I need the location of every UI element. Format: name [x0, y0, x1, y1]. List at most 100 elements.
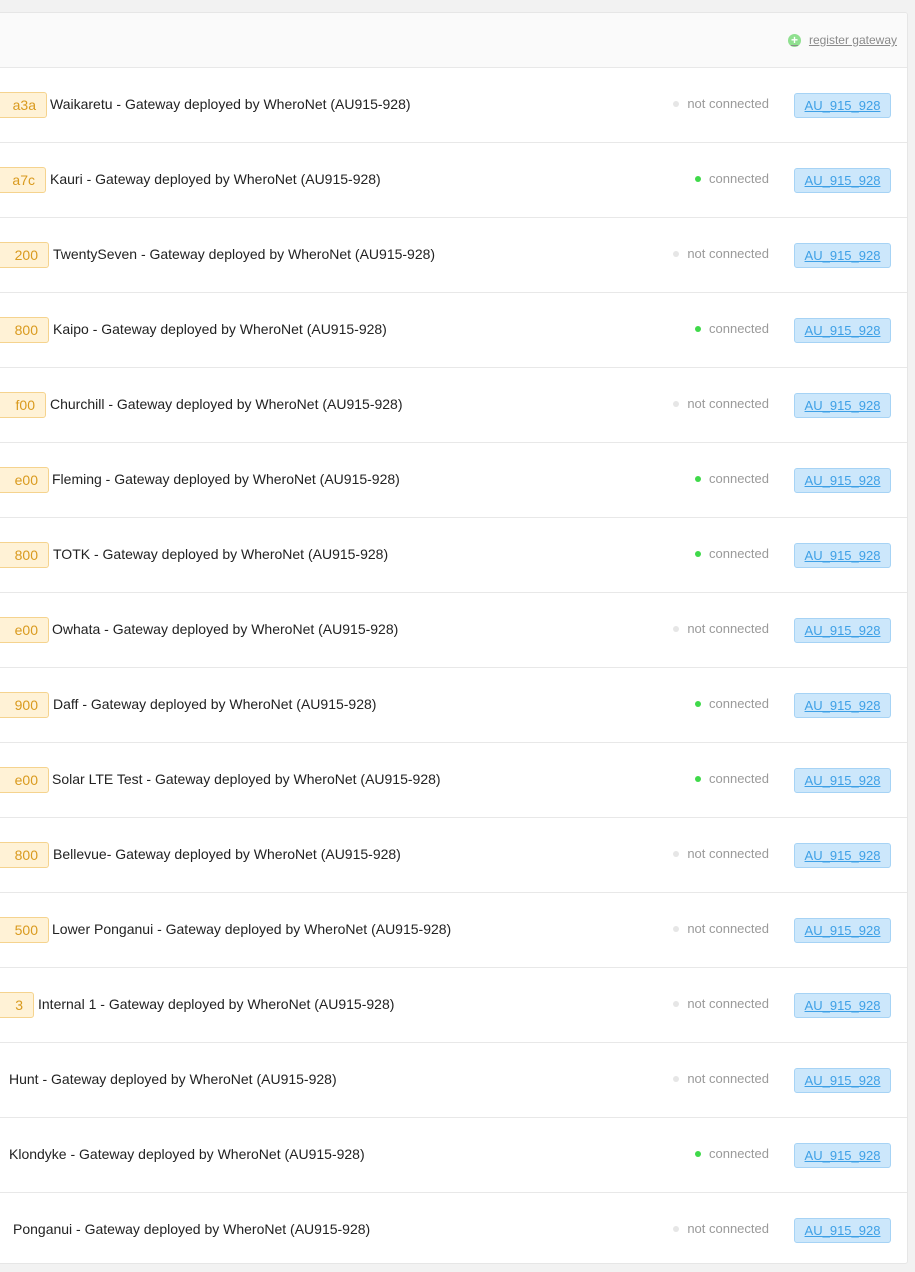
connection-status-label: not connected [687, 1221, 769, 1236]
status-dot-icon [673, 1225, 680, 1232]
frequency-plan-tag[interactable]: AU_915_928 [794, 1068, 891, 1093]
gateway-name[interactable]: Lower Ponganui - Gateway deployed by Whe… [52, 921, 451, 937]
gateway-id-tag: f00 [0, 392, 46, 418]
gateway-row[interactable]: 500 Lower Ponganui - Gateway deployed by … [0, 893, 907, 968]
gateway-id-tag: 900 [0, 692, 49, 718]
status-dot-icon [695, 325, 701, 332]
frequency-plan-tag[interactable]: AU_915_928 [794, 843, 891, 868]
connection-status: not connected [673, 246, 769, 261]
gateway-row[interactable]: Hunt - Gateway deployed by WheroNet (AU9… [0, 1043, 907, 1118]
connection-status: not connected [673, 921, 769, 936]
gateway-name[interactable]: Bellevue- Gateway deployed by WheroNet (… [53, 846, 401, 862]
status-dot-icon [673, 100, 680, 107]
gateway-list-card: + register gateway a3a Waikaretu - Gatewa… [0, 12, 908, 1264]
gateway-name[interactable]: Churchill - Gateway deployed by WheroNet… [50, 396, 403, 412]
connection-status-label: not connected [687, 96, 769, 111]
status-dot-icon [673, 1000, 680, 1007]
frequency-plan-tag[interactable]: AU_915_928 [794, 318, 891, 343]
connection-status-label: connected [709, 321, 769, 336]
frequency-plan-tag[interactable]: AU_915_928 [794, 243, 891, 268]
gateway-row[interactable]: 3 Internal 1 - Gateway deployed by WheroN… [0, 968, 907, 1043]
gateway-row[interactable]: a7c Kauri - Gateway deployed by WheroNet … [0, 143, 907, 218]
connection-status: connected [695, 771, 769, 786]
gateway-row[interactable]: a3a Waikaretu - Gateway deployed by Whero… [0, 68, 907, 143]
frequency-plan-tag[interactable]: AU_915_928 [794, 468, 891, 493]
status-dot-icon [673, 1075, 680, 1082]
connection-status-label: connected [709, 1146, 769, 1161]
frequency-plan-tag[interactable]: AU_915_928 [794, 618, 891, 643]
frequency-plan-tag[interactable]: AU_915_928 [794, 918, 891, 943]
gateway-row[interactable]: Klondyke - Gateway deployed by WheroNet … [0, 1118, 907, 1193]
gateway-name[interactable]: Solar LTE Test - Gateway deployed by Whe… [52, 771, 441, 787]
gateway-row[interactable]: Ponganui - Gateway deployed by WheroNet … [0, 1193, 907, 1263]
frequency-plan-tag[interactable]: AU_915_928 [794, 1218, 891, 1243]
gateway-name[interactable]: Ponganui - Gateway deployed by WheroNet … [13, 1221, 370, 1237]
gateway-name[interactable]: Kauri - Gateway deployed by WheroNet (AU… [50, 171, 381, 187]
gateway-name[interactable]: Waikaretu - Gateway deployed by WheroNet… [50, 96, 411, 112]
plus-circle-icon: + [787, 33, 801, 47]
frequency-plan-tag[interactable]: AU_915_928 [794, 393, 891, 418]
status-dot-icon [673, 850, 680, 857]
frequency-plan-tag[interactable]: AU_915_928 [794, 168, 891, 193]
gateway-name[interactable]: Internal 1 - Gateway deployed by WheroNe… [38, 996, 394, 1012]
connection-status: connected [695, 1146, 769, 1161]
gateway-name[interactable]: Hunt - Gateway deployed by WheroNet (AU9… [9, 1071, 337, 1087]
status-dot-icon [695, 175, 701, 182]
gateway-id-tag: 500 [0, 917, 49, 943]
frequency-plan-tag[interactable]: AU_915_928 [794, 993, 891, 1018]
connection-status: connected [695, 546, 769, 561]
connection-status: not connected [673, 846, 769, 861]
connection-status: connected [695, 321, 769, 336]
connection-status-label: connected [709, 771, 769, 786]
gateway-id-tag: a3a [0, 92, 47, 118]
gateway-id-tag: a7c [0, 167, 46, 193]
connection-status-label: connected [709, 171, 769, 186]
status-dot-icon [673, 625, 680, 632]
connection-status-label: connected [709, 696, 769, 711]
gateway-name[interactable]: Klondyke - Gateway deployed by WheroNet … [9, 1146, 365, 1162]
status-dot-icon [673, 925, 680, 932]
gateway-name[interactable]: TOTK - Gateway deployed by WheroNet (AU9… [53, 546, 388, 562]
frequency-plan-tag[interactable]: AU_915_928 [794, 1143, 891, 1168]
status-dot-icon [673, 250, 680, 257]
frequency-plan-tag[interactable]: AU_915_928 [794, 768, 891, 793]
connection-status-label: not connected [687, 996, 769, 1011]
register-gateway-link[interactable]: + register gateway [787, 33, 897, 47]
connection-status: connected [695, 171, 769, 186]
connection-status: connected [695, 471, 769, 486]
connection-status: not connected [673, 996, 769, 1011]
connection-status-label: not connected [687, 396, 769, 411]
connection-status-label: not connected [687, 1071, 769, 1086]
frequency-plan-tag[interactable]: AU_915_928 [794, 93, 891, 118]
register-gateway-label: register gateway [808, 33, 897, 47]
gateway-row[interactable]: 800 Kaipo - Gateway deployed by WheroNet … [0, 293, 907, 368]
connection-status: not connected [673, 1221, 769, 1236]
gateway-row[interactable]: f00 Churchill - Gateway deployed by Whero… [0, 368, 907, 443]
status-dot-icon [673, 400, 680, 407]
gateway-row[interactable]: e00 Owhata - Gateway deployed by WheroNet… [0, 593, 907, 668]
gateway-row[interactable]: 200 TwentySeven - Gateway deployed by Whe… [0, 218, 907, 293]
gateway-name[interactable]: Kaipo - Gateway deployed by WheroNet (AU… [53, 321, 387, 337]
gateway-list: a3a Waikaretu - Gateway deployed by Whero… [0, 68, 907, 1263]
gateway-id-tag: e00 [0, 617, 49, 643]
gateway-row[interactable]: 900 Daff - Gateway deployed by WheroNet (… [0, 668, 907, 743]
gateway-row[interactable]: 800 TOTK - Gateway deployed by WheroNet (… [0, 518, 907, 593]
gateway-name[interactable]: Daff - Gateway deployed by WheroNet (AU9… [53, 696, 376, 712]
gateway-row[interactable]: e00 Solar LTE Test - Gateway deployed by … [0, 743, 907, 818]
connection-status-label: not connected [687, 246, 769, 261]
gateway-id-tag: 800 [0, 842, 49, 868]
gateway-name[interactable]: Owhata - Gateway deployed by WheroNet (A… [52, 621, 398, 637]
gateway-name[interactable]: TwentySeven - Gateway deployed by WheroN… [53, 246, 435, 262]
gateway-row[interactable]: 800 Bellevue- Gateway deployed by WheroNe… [0, 818, 907, 893]
frequency-plan-tag[interactable]: AU_915_928 [794, 693, 891, 718]
connection-status-label: connected [709, 471, 769, 486]
frequency-plan-tag[interactable]: AU_915_928 [794, 543, 891, 568]
connection-status-label: not connected [687, 846, 769, 861]
gateway-name[interactable]: Fleming - Gateway deployed by WheroNet (… [52, 471, 400, 487]
connection-status: not connected [673, 1071, 769, 1086]
gateway-id-tag: e00 [0, 767, 49, 793]
status-dot-icon [695, 775, 701, 782]
gateway-id-tag: 200 [0, 242, 49, 268]
connection-status-label: connected [709, 546, 769, 561]
gateway-row[interactable]: e00 Fleming - Gateway deployed by WheroNe… [0, 443, 907, 518]
